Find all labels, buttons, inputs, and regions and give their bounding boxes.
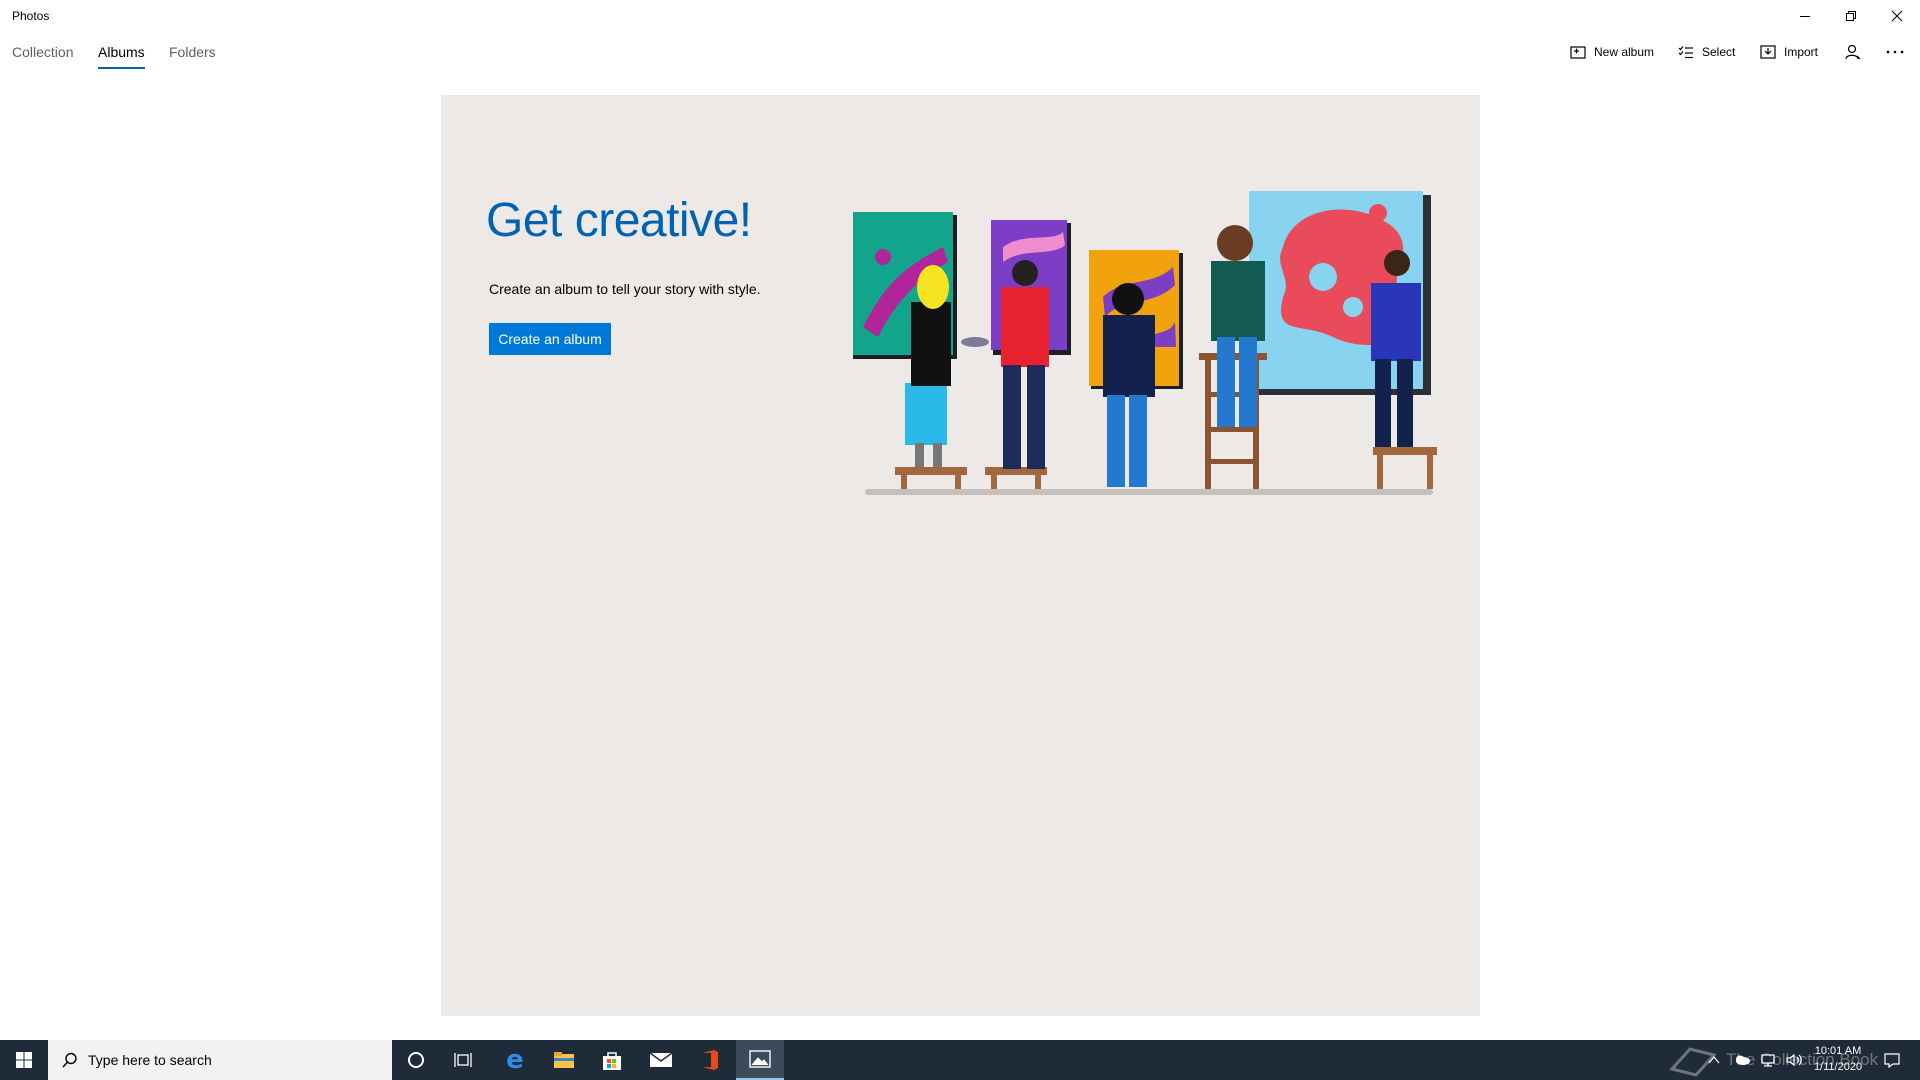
restore-icon	[1846, 11, 1856, 21]
title-bar: Photos	[0, 0, 1920, 32]
clock-date: 1/11/2020	[1813, 1061, 1863, 1073]
system-tray	[1708, 1040, 1804, 1080]
edge-icon: e	[506, 1045, 524, 1075]
person-icon	[1845, 44, 1861, 60]
cortana-button[interactable]	[392, 1040, 440, 1080]
taskbar-search-box[interactable]: Type here to search	[48, 1040, 392, 1080]
more-options-button[interactable]	[1885, 42, 1905, 62]
select-checklist-icon	[1678, 46, 1693, 59]
photos-icon	[749, 1050, 771, 1068]
photos-taskbar-button[interactable]	[736, 1040, 784, 1080]
tab-folders-label: Folders	[169, 44, 216, 60]
artists-painting-illustration	[853, 191, 1437, 495]
notification-icon	[1884, 1053, 1900, 1068]
import-label: Import	[1784, 45, 1819, 59]
search-icon	[62, 1052, 77, 1068]
taskbar: Type here to search e 10:01 AM 1/11/2020	[0, 1040, 1920, 1080]
office-icon	[703, 1050, 718, 1070]
account-button[interactable]	[1845, 42, 1861, 62]
tab-collection[interactable]: Collection	[12, 44, 73, 60]
mail-icon	[649, 1052, 673, 1067]
minimize-button[interactable]	[1782, 0, 1828, 32]
store-taskbar-button[interactable]	[588, 1040, 636, 1080]
store-icon	[603, 1052, 621, 1070]
mail-taskbar-button[interactable]	[637, 1040, 685, 1080]
close-button[interactable]	[1874, 0, 1920, 32]
select-button[interactable]: Select	[1678, 42, 1735, 62]
chevron-up-icon[interactable]	[1708, 1055, 1720, 1065]
new-album-label: New album	[1594, 45, 1655, 59]
empty-albums-panel: Get creative! Create an album to tell yo…	[441, 95, 1480, 1016]
page-subtitle: Create an album to tell your story with …	[489, 281, 761, 297]
onedrive-icon[interactable]	[1734, 1054, 1750, 1066]
start-button[interactable]	[0, 1040, 48, 1080]
windows-logo-icon	[16, 1052, 32, 1068]
taskbar-clock[interactable]: 10:01 AM 1/11/2020	[1798, 1043, 1878, 1075]
tab-collection-label: Collection	[12, 44, 74, 60]
action-center-button[interactable]	[1872, 1040, 1912, 1080]
search-placeholder: Type here to search	[88, 1052, 212, 1068]
app-title: Photos	[12, 9, 50, 23]
page-title: Get creative!	[486, 194, 752, 247]
close-icon	[1891, 10, 1903, 22]
network-icon[interactable]	[1760, 1053, 1776, 1067]
office-taskbar-button[interactable]	[686, 1040, 734, 1080]
import-icon	[1760, 45, 1776, 59]
new-album-icon	[1570, 46, 1586, 59]
task-view-icon	[454, 1053, 472, 1067]
cortana-icon	[408, 1052, 424, 1068]
import-button[interactable]: Import	[1760, 42, 1818, 62]
tab-albums[interactable]: Albums	[98, 44, 145, 69]
minimize-icon	[1800, 16, 1810, 17]
create-album-button[interactable]: Create an album	[489, 323, 611, 355]
new-album-button[interactable]: New album	[1570, 42, 1654, 62]
clock-time: 10:01 AM	[1814, 1045, 1862, 1057]
edge-taskbar-button[interactable]: e	[491, 1040, 539, 1080]
task-view-button[interactable]	[440, 1040, 488, 1080]
file-explorer-taskbar-button[interactable]	[540, 1040, 588, 1080]
restore-button[interactable]	[1828, 0, 1874, 32]
select-label: Select	[1702, 45, 1736, 59]
tab-folders[interactable]: Folders	[169, 44, 216, 60]
more-dots-icon	[1886, 50, 1904, 54]
active-tab-indicator	[98, 67, 145, 69]
file-explorer-icon	[554, 1052, 574, 1068]
tab-albums-label: Albums	[98, 44, 145, 60]
